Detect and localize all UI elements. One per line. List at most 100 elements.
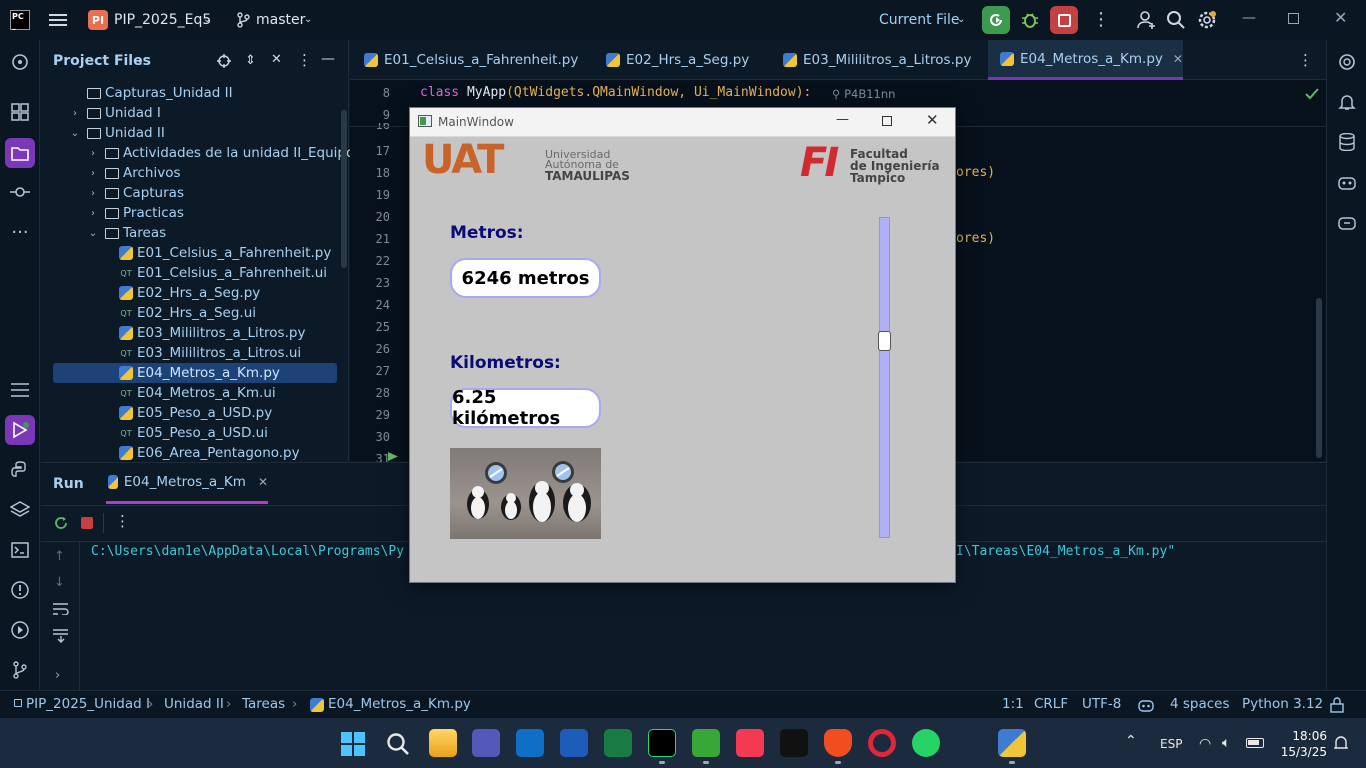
chevron-right-icon[interactable]: ›: [87, 207, 99, 219]
line-separator[interactable]: CRLF: [1034, 696, 1068, 712]
breadcrumb-subfolder[interactable]: Tareas: [242, 696, 285, 712]
tree-file-item[interactable]: E02_Hrs_a_Seg.py: [119, 283, 260, 303]
clock-date[interactable]: 15/3/25: [1279, 745, 1327, 759]
close-tab-icon[interactable]: ✕: [1173, 52, 1183, 66]
tree-file-item[interactable]: QT E04_Metros_a_Km.ui: [119, 383, 275, 403]
search-icon[interactable]: [1166, 10, 1186, 30]
debug-icon[interactable]: [1019, 9, 1041, 31]
run-config-selector[interactable]: Current File: [879, 12, 959, 28]
tab-e01[interactable]: E01_Celsius_a_Fahrenheit.py: [364, 40, 578, 80]
pull-requests-icon[interactable]: [8, 50, 32, 74]
code-fragment[interactable]: ores): [956, 165, 995, 180]
chevron-down-icon[interactable]: ⌄: [87, 227, 99, 239]
layers-icon[interactable]: [8, 498, 32, 522]
maximize-icon[interactable]: [1288, 13, 1299, 24]
tab-options-icon[interactable]: ⋮: [1298, 51, 1313, 69]
settings-gear-icon[interactable]: [1196, 9, 1218, 31]
stop-icon[interactable]: [81, 517, 93, 529]
vertical-slider-handle[interactable]: [878, 331, 891, 352]
chevron-down-icon[interactable]: ⌄: [203, 14, 211, 25]
expand-icon[interactable]: ›: [55, 668, 60, 683]
terminal-icon[interactable]: [8, 538, 32, 562]
tree-scrollbar[interactable]: [341, 110, 347, 268]
notification-center-icon[interactable]: [1334, 735, 1348, 751]
tree-file-item[interactable]: QT E03_Mililitros_a_Litros.ui: [119, 343, 301, 363]
apple-tv-icon[interactable]: [780, 729, 808, 757]
vscode-icon[interactable]: [516, 729, 544, 757]
vertical-slider-track[interactable]: [879, 217, 890, 538]
commit-icon[interactable]: [8, 180, 32, 204]
code-fragment[interactable]: ores): [956, 231, 995, 246]
breadcrumb-project[interactable]: PIP_2025_Unidad I: [26, 696, 150, 712]
run-options-icon[interactable]: ⋮: [115, 512, 130, 530]
tree-folder-item[interactable]: ⌄ Unidad II: [69, 123, 165, 143]
file-encoding[interactable]: UTF-8: [1082, 696, 1121, 712]
indent-setting[interactable]: 4 spaces: [1170, 696, 1230, 712]
search-icon[interactable]: [386, 732, 410, 756]
scroll-up-icon[interactable]: ↑: [54, 549, 65, 564]
pycharm-logo-icon[interactable]: PC _: [10, 10, 30, 30]
tree-folder-item[interactable]: › Actividades de la unidad II_Equipo 5: [87, 143, 367, 163]
stop-button[interactable]: [1050, 6, 1078, 34]
tree-folder-item[interactable]: ⌄ Tareas: [87, 223, 166, 243]
rerun-icon[interactable]: [53, 515, 69, 531]
chevron-down-icon[interactable]: ⌄: [136, 55, 144, 66]
services-icon[interactable]: [8, 618, 32, 642]
tray-overflow-icon[interactable]: ⌃: [1125, 733, 1137, 749]
file-explorer-icon[interactable]: [429, 729, 457, 757]
apple-music-icon[interactable]: [736, 729, 764, 757]
tree-file-item[interactable]: E03_Mililitros_a_Litros.py: [119, 323, 305, 343]
python-interpreter[interactable]: Python 3.12: [1242, 696, 1323, 712]
pycharm-taskbar-icon[interactable]: [648, 729, 676, 757]
minimize-icon[interactable]: —: [1242, 10, 1256, 26]
wifi-icon[interactable]: ◠: [1199, 736, 1211, 752]
locate-file-icon[interactable]: [217, 54, 231, 68]
hide-panel-icon[interactable]: —: [321, 51, 335, 67]
chevron-down-icon[interactable]: ⌄: [957, 14, 965, 25]
close-tab-icon[interactable]: ✕: [258, 475, 268, 489]
chevron-right-icon[interactable]: ›: [87, 167, 99, 179]
word-icon[interactable]: [560, 729, 588, 757]
structure-icon[interactable]: [8, 100, 32, 124]
tree-file-item[interactable]: E06_Area_Pentagono.py: [119, 443, 300, 463]
expand-all-icon[interactable]: ⇕: [245, 53, 256, 68]
scroll-to-end-icon[interactable]: [53, 629, 69, 643]
list-icon[interactable]: [8, 378, 32, 402]
maximize-icon[interactable]: [882, 116, 892, 126]
breadcrumb-file[interactable]: E04_Metros_a_Km.py: [328, 696, 471, 712]
project-folder-icon[interactable]: [5, 138, 35, 168]
battery-icon[interactable]: [1246, 738, 1264, 748]
soft-wrap-icon[interactable]: [53, 603, 69, 615]
collapse-all-icon[interactable]: ✕: [271, 52, 282, 67]
lock-icon[interactable]: [1330, 697, 1344, 713]
run-tool-icon[interactable]: [5, 415, 35, 445]
tab-e04-active[interactable]: E04_Metros_a_Km.py ✕: [988, 40, 1183, 80]
run-tab[interactable]: E04_Metros_a_Km ✕: [106, 463, 268, 504]
git-icon[interactable]: [8, 658, 32, 682]
tab-e02[interactable]: E02_Hrs_a_Seg.py: [606, 40, 749, 80]
copilot-status-icon[interactable]: [1138, 697, 1154, 713]
tree-file-item[interactable]: E05_Peso_a_USD.py: [119, 403, 272, 423]
more-actions-icon[interactable]: ⋮: [1092, 9, 1110, 30]
chevron-right-icon[interactable]: ›: [87, 147, 99, 159]
editor-scrollbar[interactable]: [1316, 298, 1322, 458]
chevron-right-icon[interactable]: [69, 87, 81, 99]
database-icon[interactable]: [1335, 130, 1359, 154]
qt-designer-icon[interactable]: [692, 729, 720, 757]
rerun-button[interactable]: [982, 6, 1010, 34]
tree-file-item[interactable]: QT E01_Celsius_a_Fahrenheit.ui: [119, 263, 327, 283]
tree-folder-item[interactable]: › Practicas: [87, 203, 184, 223]
breadcrumb-folder[interactable]: Unidad II: [164, 696, 224, 712]
close-icon[interactable]: ✕: [1334, 8, 1347, 27]
notifications-bell-icon[interactable]: [1335, 90, 1359, 114]
qt-title-bar[interactable]: MainWindow — ✕: [410, 108, 955, 137]
copilot-icon[interactable]: [1335, 170, 1359, 194]
chevron-right-icon[interactable]: ›: [69, 107, 81, 119]
chevron-down-icon[interactable]: ⌄: [69, 127, 81, 139]
volume-icon[interactable]: 🔈︎: [1222, 735, 1230, 751]
add-user-icon[interactable]: [1136, 9, 1158, 31]
windows-start-icon[interactable]: [341, 732, 365, 756]
more-tools-icon[interactable]: ···: [8, 220, 32, 244]
main-menu-icon[interactable]: [46, 8, 70, 32]
run-panel-title[interactable]: Run: [53, 476, 84, 492]
